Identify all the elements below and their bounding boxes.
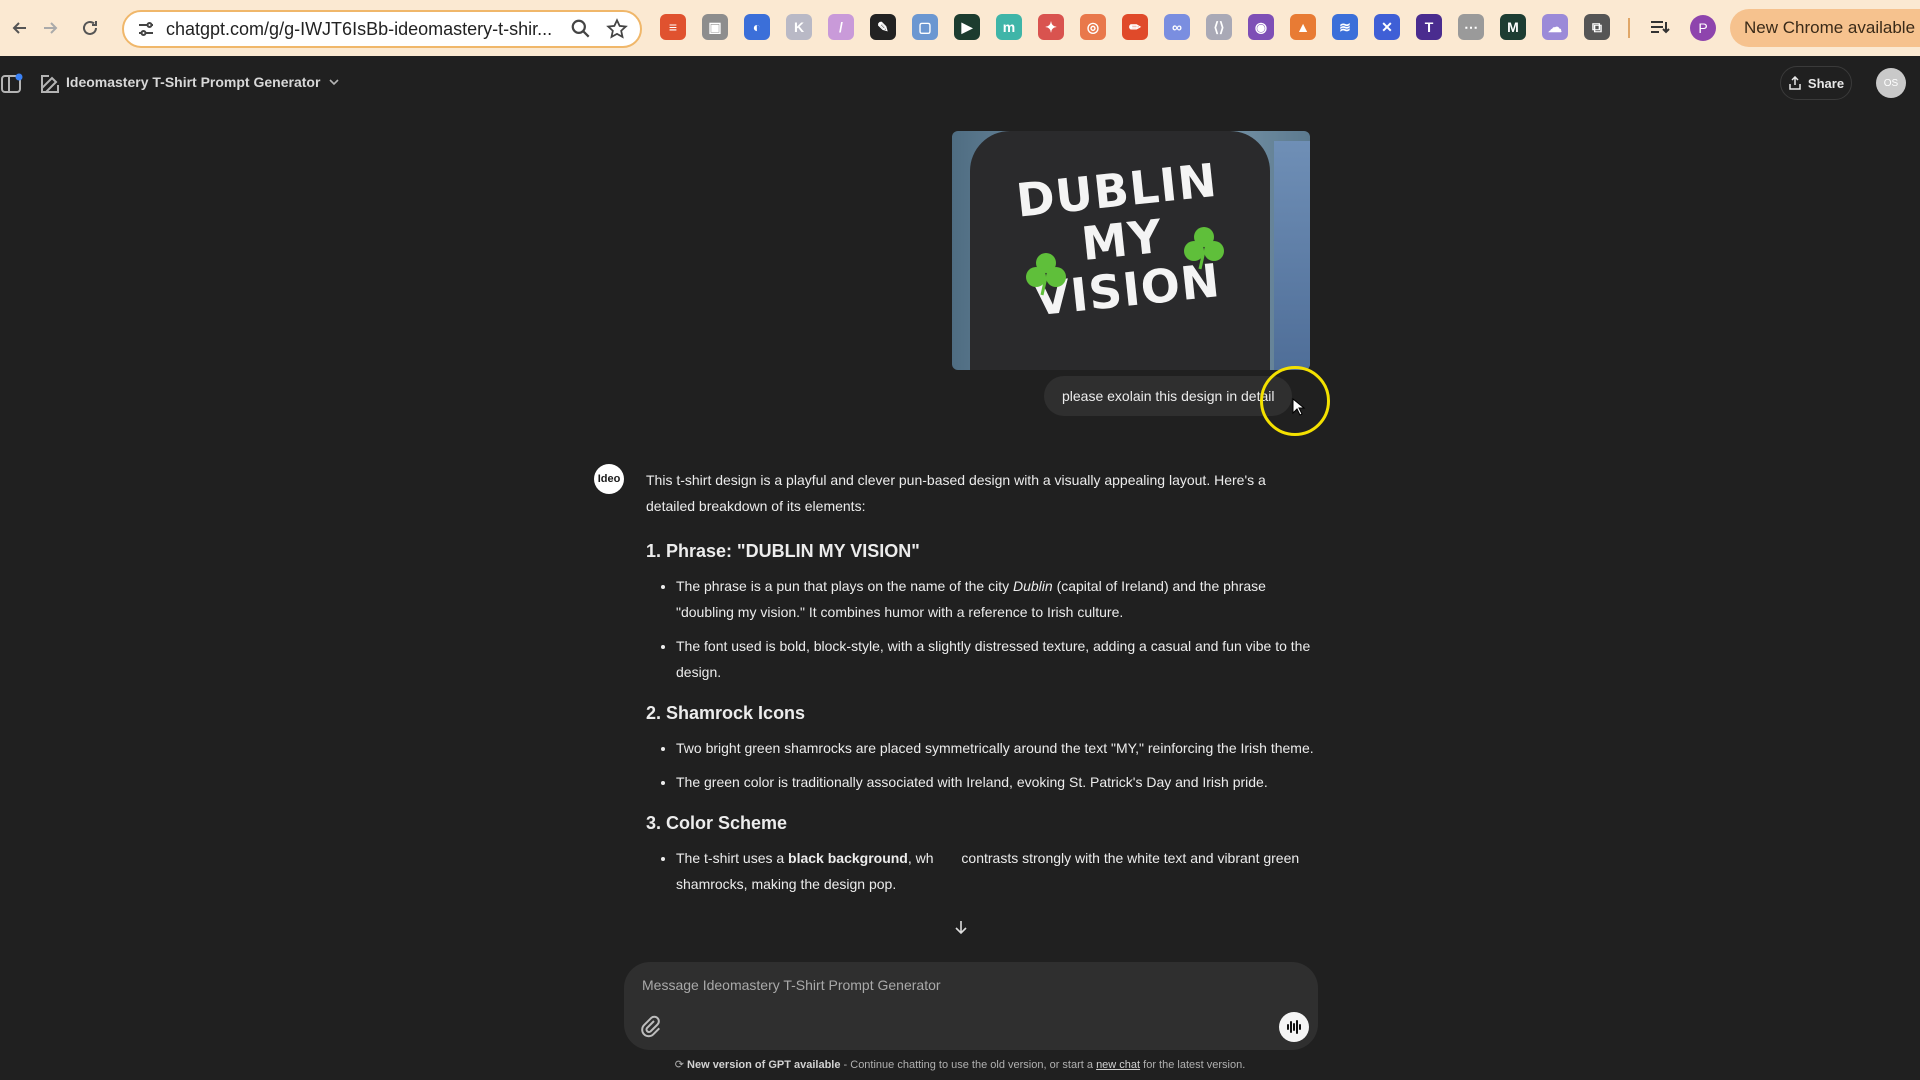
browser-toolbar: chatgpt.com/g/g-IWJT6IsBb-ideomastery-t-…: [0, 0, 1920, 56]
ext-code-icon[interactable]: ⟨⟩: [1206, 14, 1232, 40]
ext-play-green-icon[interactable]: ▶: [954, 14, 980, 40]
ext-gray-box-icon[interactable]: ▣: [702, 14, 728, 40]
list-item: The font used is bold, block-style, with…: [676, 633, 1316, 685]
notice-text-2: for the latest version.: [1140, 1059, 1246, 1071]
list-item: The phrase is a pun that plays on the na…: [676, 573, 1316, 625]
list-item: The green color is traditionally associa…: [676, 769, 1316, 795]
ext-puzzle-icon[interactable]: ⧉: [1584, 14, 1610, 40]
new-chat-icon[interactable]: [38, 72, 62, 96]
voice-mode-button[interactable]: [1279, 1012, 1309, 1042]
ext-ring-icon[interactable]: ◎: [1080, 14, 1106, 40]
ext-t-icon[interactable]: T: [1416, 14, 1442, 40]
ext-colorful-icon[interactable]: ✦: [1038, 14, 1064, 40]
paperclip-icon[interactable]: [638, 1014, 662, 1038]
gpt-model-selector[interactable]: Ideomastery T-Shirt Prompt Generator: [66, 74, 340, 90]
section-heading-color: 3. Color Scheme: [646, 813, 788, 833]
gpt-name: Ideomastery T-Shirt Prompt Generator: [66, 74, 321, 90]
reload-icon[interactable]: [70, 8, 110, 48]
user-message-bubble: please exolain this design in detail: [1044, 376, 1293, 416]
message-composer: [624, 962, 1318, 1050]
forward-arrow-icon[interactable]: [30, 8, 70, 48]
scroll-down-button[interactable]: [948, 914, 974, 940]
zoom-icon[interactable]: [570, 18, 592, 40]
user-avatar[interactable]: OS: [1876, 68, 1906, 98]
share-label: Share: [1807, 75, 1845, 91]
section-heading-shamrock: 2. Shamrock Icons: [646, 703, 806, 723]
ext-dropper-icon[interactable]: ✎: [870, 14, 896, 40]
ext-teal-m-icon[interactable]: m: [996, 14, 1022, 40]
shamrock-right-icon: [1184, 227, 1224, 270]
address-bar[interactable]: chatgpt.com/g/g-IWJT6IsBb-ideomastery-t-…: [122, 10, 642, 48]
ext-layers-icon[interactable]: ≋: [1332, 14, 1358, 40]
notice-text-1: - Continue chatting to use the old versi…: [840, 1059, 1097, 1071]
sidebar-toggle-icon[interactable]: [0, 72, 24, 96]
sync-icon: ⟳: [674, 1059, 688, 1071]
chat-header: Ideomastery T-Shirt Prompt Generator: [0, 56, 1920, 110]
ext-link-icon[interactable]: ∞: [1164, 14, 1190, 40]
url-text[interactable]: chatgpt.com/g/g-IWJT6IsBb-ideomastery-t-…: [166, 19, 556, 40]
ext-pencil-red-icon[interactable]: ✏: [1122, 14, 1148, 40]
ext-cloud-icon[interactable]: ☁: [1542, 14, 1568, 40]
extensions-bar: ≡ ▣ ◐ K / ✎ ▢ ▶ m ✦ ◎ ✏ ∞ ⟨⟩ ◉ ▲ ≋ ✕ T ⋯ M ☁ ⧉: [660, 14, 1610, 40]
assistant-message: This t-shirt design is a playful and cle…: [646, 467, 1316, 911]
ext-blue-square-icon[interactable]: ▢: [912, 14, 938, 40]
mouse-pointer-icon: [1292, 398, 1306, 416]
share-button[interactable]: Share: [1780, 66, 1852, 100]
chrome-update-button[interactable]: New Chrome available: [1730, 9, 1920, 47]
chevron-down-icon: [329, 79, 339, 86]
ext-pen-purple-icon[interactable]: /: [828, 14, 854, 40]
section-heading-phrase: 1. Phrase: "DUBLIN MY VISION": [646, 541, 920, 561]
list-item: Two bright green shamrocks are placed sy…: [676, 735, 1316, 761]
section-list-shamrock: Two bright green shamrocks are placed sy…: [646, 735, 1316, 795]
ext-grid-icon[interactable]: ⋯: [1458, 14, 1484, 40]
toolbar-divider: [1628, 18, 1630, 38]
uploaded-tshirt-image[interactable]: DUBLIN MY VISION: [952, 131, 1310, 370]
section-list-color: The t-shirt uses a black background, wh …: [646, 845, 1316, 897]
ext-eye-icon[interactable]: ◉: [1248, 14, 1274, 40]
jeans-texture: [1274, 141, 1310, 370]
ext-m-black-icon[interactable]: M: [1500, 14, 1526, 40]
list-item: The t-shirt uses a black background, wh …: [676, 845, 1316, 897]
chrome-profile-avatar[interactable]: P: [1690, 15, 1716, 41]
audio-waveform-icon: [1287, 1020, 1301, 1034]
arrow-down-icon: [955, 921, 967, 935]
bookmark-star-icon[interactable]: [606, 18, 628, 40]
reading-list-icon[interactable]: [1648, 16, 1672, 40]
assistant-avatar: Ideo: [594, 464, 624, 494]
ext-x-blue-icon[interactable]: ✕: [1374, 14, 1400, 40]
site-settings-icon[interactable]: [136, 19, 156, 39]
gpt-version-notice: ⟳ New version of GPT available - Continu…: [0, 1058, 1920, 1071]
ext-red-stack-icon[interactable]: ≡: [660, 14, 686, 40]
shamrock-left-icon: [1026, 253, 1066, 296]
user-message-text: please exolain this design in detail: [1062, 388, 1275, 404]
assistant-intro: This t-shirt design is a playful and cle…: [646, 472, 1266, 514]
ext-blue-circle-icon[interactable]: ◐: [744, 14, 770, 40]
notice-bold: New version of GPT available: [687, 1059, 841, 1071]
new-chat-link[interactable]: new chat: [1096, 1059, 1140, 1071]
share-upload-icon: [1789, 76, 1801, 90]
message-input[interactable]: [642, 972, 1242, 998]
ext-k-icon[interactable]: K: [786, 14, 812, 40]
ext-fox-icon[interactable]: ▲: [1290, 14, 1316, 40]
section-list-phrase: The phrase is a pun that plays on the na…: [646, 573, 1316, 685]
